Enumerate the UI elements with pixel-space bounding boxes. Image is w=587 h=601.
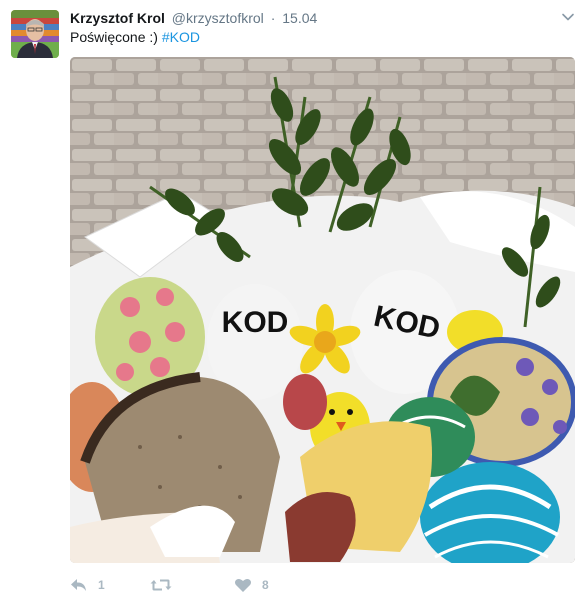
author-handle[interactable]: @krzysztofkrol <box>172 10 264 26</box>
tweet-actions: 1 8 <box>70 575 370 595</box>
reply-icon <box>70 577 88 593</box>
retweet-icon <box>150 577 172 593</box>
tweet-date[interactable]: 15.04 <box>282 10 317 26</box>
avatar[interactable] <box>11 10 59 58</box>
like-count: 8 <box>262 578 269 592</box>
easter-basket-photo: KOD KOD <box>70 57 575 563</box>
tweet-header: Krzysztof Krol @krzysztofkrol · 15.04 <box>70 9 317 27</box>
avatar-image <box>11 10 59 58</box>
tweet-text-body: Poświęcone :) <box>70 29 162 45</box>
reply-count: 1 <box>98 578 105 592</box>
chevron-down-icon[interactable] <box>561 10 575 24</box>
tweet-text: Poświęcone :) #KOD <box>70 28 200 46</box>
author-name[interactable]: Krzysztof Krol <box>70 10 165 26</box>
egg-left-text: KOD <box>222 306 289 339</box>
like-button[interactable]: 8 <box>234 575 269 595</box>
hashtag-link[interactable]: #KOD <box>162 29 200 45</box>
tweet[interactable]: Krzysztof Krol @krzysztofkrol · 15.04 Po… <box>0 0 587 601</box>
reply-button[interactable]: 1 <box>70 575 105 595</box>
tweet-photo[interactable]: KOD KOD <box>70 57 575 563</box>
separator: · <box>270 10 276 26</box>
retweet-button[interactable] <box>150 575 182 595</box>
heart-icon <box>234 577 252 593</box>
